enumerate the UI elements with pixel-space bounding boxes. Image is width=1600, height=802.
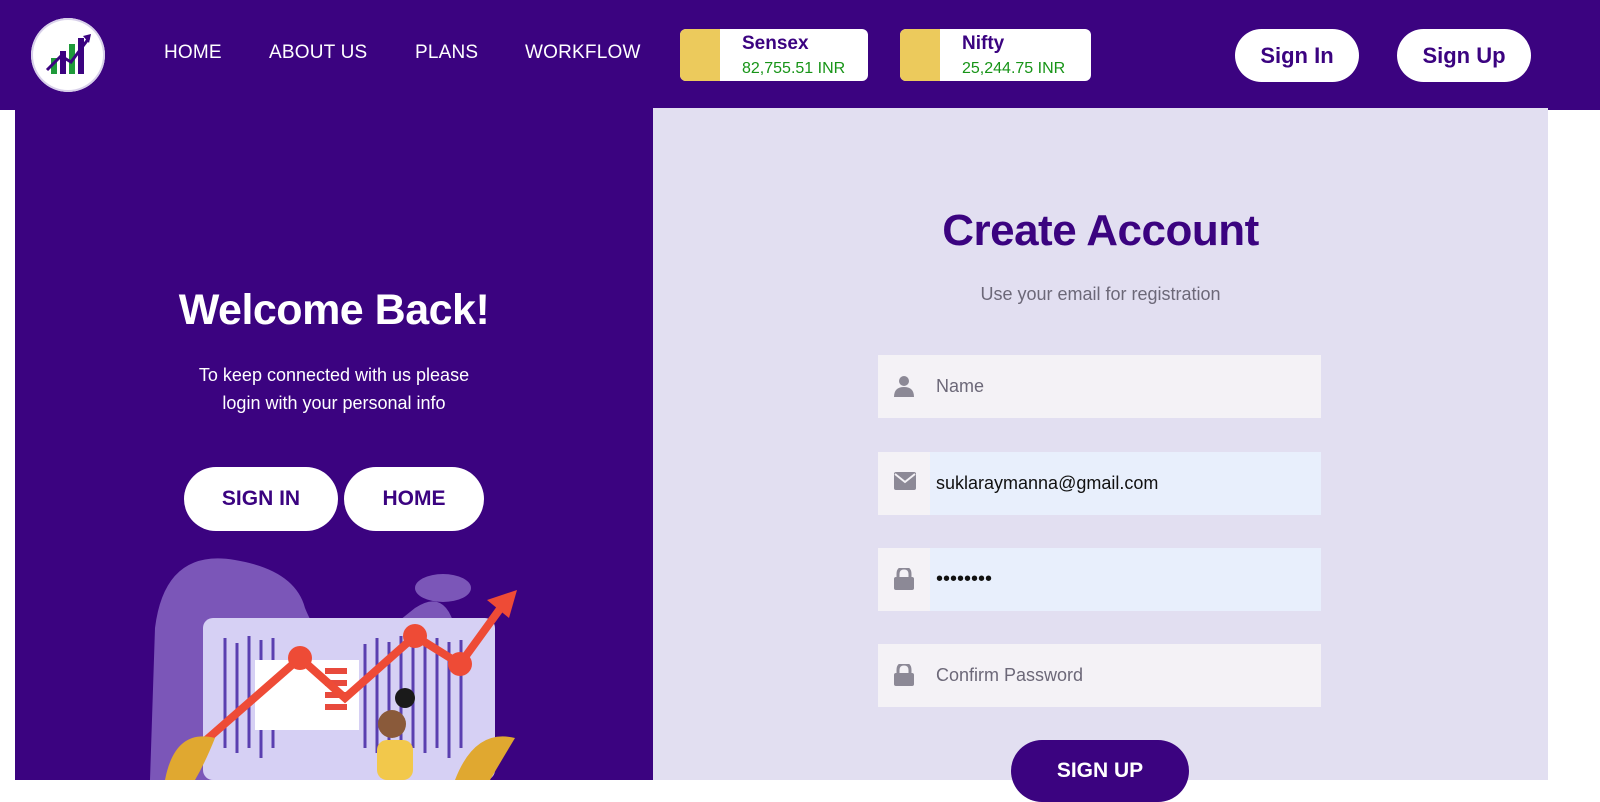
email-input[interactable]	[930, 452, 1321, 515]
name-field	[878, 355, 1321, 418]
stock-trading-illustration	[125, 548, 545, 785]
nifty-ticker: Nifty 25,244.75 INR	[900, 29, 1091, 81]
welcome-title: Welcome Back!	[178, 286, 490, 334]
name-input[interactable]	[930, 355, 1321, 418]
password-input[interactable]	[930, 548, 1321, 611]
nav-sign-in-button[interactable]: Sign In	[1235, 29, 1359, 82]
top-navbar: HOME ABOUT US PLANS WORKFLOW Sensex 82,7…	[0, 0, 1600, 110]
email-field	[878, 452, 1321, 515]
sign-up-submit-button[interactable]: SIGN UP	[1011, 740, 1189, 802]
welcome-panel: Welcome Back! To keep connected with us …	[15, 108, 653, 780]
lock-icon	[878, 644, 930, 707]
welcome-subtitle: To keep connected with us please login w…	[15, 361, 653, 417]
sign-in-button[interactable]: SIGN IN	[184, 467, 338, 531]
confirm-password-field	[878, 644, 1321, 707]
ticker-value: 25,244.75 INR	[962, 60, 1066, 77]
ticker-name: Sensex	[742, 33, 809, 54]
ticker-name: Nifty	[962, 33, 1005, 54]
confirm-password-input[interactable]	[930, 644, 1321, 707]
nav-home-link[interactable]: HOME	[164, 42, 222, 64]
nav-workflow-link[interactable]: WORKFLOW	[525, 42, 641, 64]
nav-sign-up-button[interactable]: Sign Up	[1397, 29, 1531, 82]
form-subtitle: Use your email for registration	[980, 284, 1221, 304]
ticker-swatch	[680, 29, 720, 81]
envelope-icon	[878, 452, 930, 515]
form-title: Create Account	[942, 206, 1259, 255]
nav-plans-link[interactable]: PLANS	[415, 42, 478, 64]
nav-about-link[interactable]: ABOUT US	[269, 42, 367, 64]
password-field	[878, 548, 1321, 611]
lock-icon	[878, 548, 930, 611]
create-account-panel: Create Account Use your email for regist…	[653, 108, 1548, 802]
home-button[interactable]: HOME	[344, 467, 484, 531]
ticker-swatch	[900, 29, 940, 81]
user-icon	[878, 355, 930, 418]
welcome-subtitle-line: To keep connected with us please	[198, 365, 470, 385]
sensex-ticker: Sensex 82,755.51 INR	[680, 29, 868, 81]
logo-chart-icon[interactable]	[31, 18, 105, 92]
welcome-subtitle-line: login with your personal info	[222, 393, 446, 413]
ticker-value: 82,755.51 INR	[742, 60, 846, 77]
